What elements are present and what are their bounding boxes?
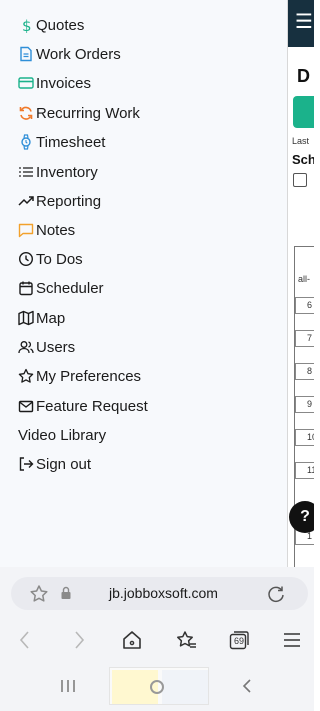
back-button[interactable]	[13, 628, 37, 652]
primary-action-button[interactable]	[293, 96, 314, 128]
users-icon	[17, 338, 35, 356]
menu-item-video-library[interactable]: Video Library	[18, 423, 106, 447]
table-row[interactable]: 7	[295, 330, 314, 347]
comment-icon	[17, 221, 35, 239]
tab-count: 69	[233, 636, 244, 646]
menu-label: Reporting	[36, 192, 102, 210]
page-title: D	[297, 66, 310, 86]
home-icon	[123, 631, 141, 649]
menu-label: Quotes	[36, 16, 85, 34]
menu-label: Timesheet	[36, 133, 106, 151]
chevron-left-icon	[19, 631, 29, 649]
clock-icon	[17, 250, 35, 268]
menu-label: Invoices	[36, 74, 92, 92]
menu-item-to-dos[interactable]: To Dos	[17, 247, 83, 271]
background-page: ☰ D Last Sch all- 6 7 8 9 10 11 1 ?	[287, 0, 314, 567]
dollar-icon: $	[17, 16, 35, 34]
app-preview-thumbnail	[162, 670, 208, 704]
menu-label: Sign out	[36, 455, 92, 473]
watch-icon	[17, 133, 35, 151]
menu-label: Work Orders	[36, 45, 121, 63]
recurring-icon	[17, 104, 35, 122]
browser-toolbar: 69	[0, 619, 314, 661]
system-navigation-bar	[0, 661, 314, 711]
menu-item-users[interactable]: Users	[17, 335, 75, 359]
browser-address-area: jb.jobboxsoft.com	[0, 567, 314, 619]
mail-icon	[17, 397, 35, 415]
section-heading: Sch	[292, 152, 314, 167]
menu-item-notes[interactable]: Notes	[17, 218, 75, 242]
menu-item-sign-out[interactable]: Sign out	[17, 452, 91, 476]
menu-item-recurring-work[interactable]: Recurring Work	[17, 101, 140, 125]
menu-item-map[interactable]: Map	[17, 306, 65, 330]
home-button-with-preview[interactable]	[109, 667, 209, 705]
menu-item-invoices[interactable]: Invoices	[17, 71, 91, 95]
calendar-icon	[17, 279, 35, 297]
menu-item-inventory[interactable]: Inventory	[17, 160, 98, 184]
svg-text:$: $	[22, 17, 32, 33]
menu-icon	[284, 633, 300, 647]
menu-label: Inventory	[36, 163, 98, 181]
bookmark-star-icon[interactable]	[29, 584, 49, 604]
menu-item-scheduler[interactable]: Scheduler	[17, 276, 104, 300]
table-row[interactable]: 8	[295, 363, 314, 380]
checkbox[interactable]	[293, 173, 307, 187]
home-button[interactable]	[120, 628, 144, 652]
menu-label: Video Library	[18, 426, 107, 444]
top-nav-bar: ☰	[288, 0, 314, 47]
table-row[interactable]: 6	[295, 297, 314, 314]
credit-card-icon	[17, 74, 35, 92]
tabs-button[interactable]: 69	[227, 628, 251, 652]
menu-label: Notes	[36, 221, 76, 239]
menu-item-quotes[interactable]: $ Quotes	[17, 13, 84, 37]
menu-item-work-orders[interactable]: Work Orders	[17, 42, 121, 66]
menu-label: Recurring Work	[36, 104, 140, 122]
menu-label: Users	[36, 338, 76, 356]
filter-select[interactable]: all-	[298, 274, 310, 284]
browser-menu-button[interactable]	[280, 628, 304, 652]
menu-label: Scheduler	[36, 279, 104, 297]
menu-label: Map	[36, 309, 66, 327]
table-row[interactable]: 11	[295, 462, 314, 479]
menu-item-feature-request[interactable]: Feature Request	[17, 394, 148, 418]
document-icon	[17, 45, 35, 63]
address-bar[interactable]: jb.jobboxsoft.com	[11, 577, 308, 610]
bookmarks-star-icon	[177, 631, 196, 648]
table-row[interactable]: 9	[295, 396, 314, 413]
menu-label: Feature Request	[36, 397, 148, 415]
lock-icon	[61, 586, 71, 599]
star-icon	[17, 367, 35, 385]
hamburger-menu-icon[interactable]: ☰	[295, 12, 313, 32]
chevron-right-icon	[75, 631, 85, 649]
menu-item-reporting[interactable]: Reporting	[17, 189, 101, 213]
forward-button[interactable]	[67, 628, 91, 652]
menu-label: To Dos	[36, 250, 83, 268]
bookmarks-button[interactable]	[174, 628, 198, 652]
home-circle-icon	[150, 680, 164, 694]
sign-out-icon	[17, 455, 35, 473]
recent-apps-icon[interactable]	[59, 679, 77, 693]
navigation-drawer: $ Quotes Work Orders Invoices Recurring …	[0, 0, 287, 567]
trend-up-icon	[17, 192, 35, 210]
menu-label: My Preferences	[36, 367, 142, 385]
table-row[interactable]: 10	[295, 429, 314, 446]
system-back-icon[interactable]	[240, 678, 254, 694]
menu-item-timesheet[interactable]: Timesheet	[17, 130, 105, 154]
last-label: Last	[292, 136, 310, 146]
url-text[interactable]: jb.jobboxsoft.com	[109, 585, 218, 601]
list-icon	[17, 163, 35, 181]
help-button[interactable]: ?	[289, 501, 314, 533]
reload-icon[interactable]	[266, 584, 286, 604]
map-icon	[17, 309, 35, 327]
menu-item-my-preferences[interactable]: My Preferences	[17, 364, 141, 388]
